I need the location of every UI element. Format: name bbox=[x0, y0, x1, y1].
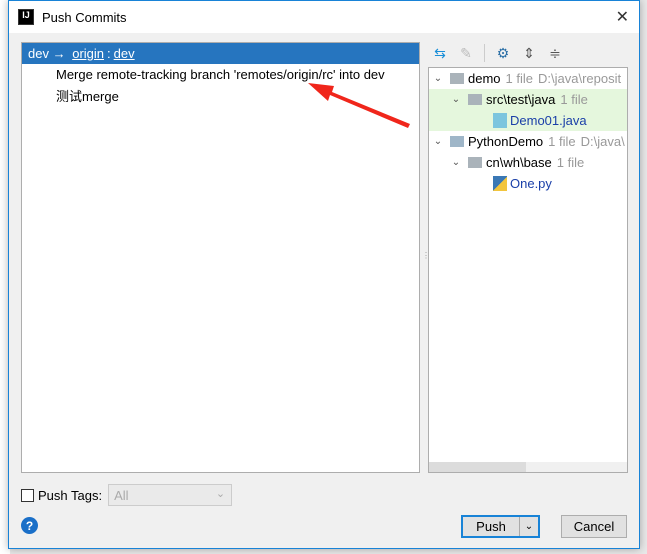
red-arrow-annotation bbox=[308, 83, 410, 128]
